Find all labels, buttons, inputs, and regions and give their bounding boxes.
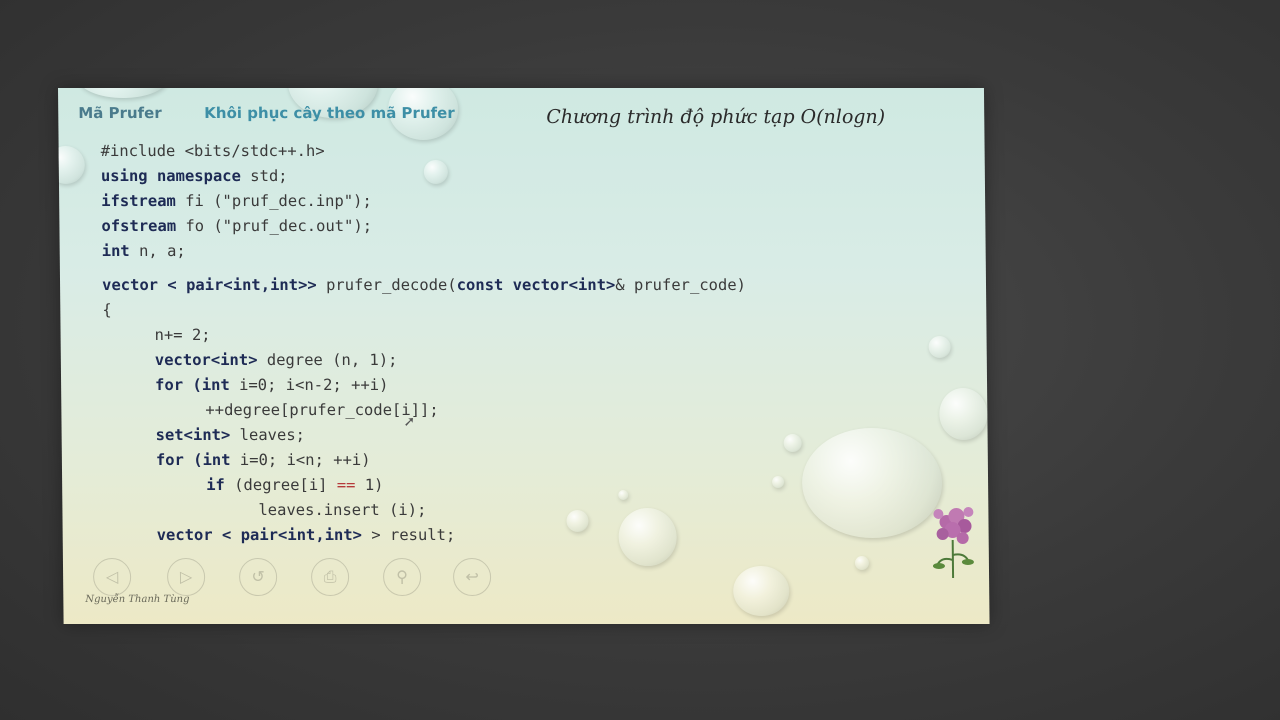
code-line: vector < pair<int,int> > result; [156, 526, 456, 545]
code-line: { [102, 301, 112, 320]
flower-icon [932, 507, 974, 579]
code-line: for (int i=0; i<n-2; ++i) [155, 376, 389, 395]
code-line: ifstream fi ("pruf_dec.inp"); [101, 192, 372, 211]
code-line: vector<int> degree (n, 1); [154, 351, 398, 370]
code-line: #include <bits/stdc++.h> [100, 142, 325, 161]
code-line: vector < pair<int,int>> prufer_decode(co… [101, 276, 747, 295]
code-block: #include <bits/stdc++.h> using namespace… [58, 88, 990, 624]
previous-slide-button[interactable]: ◁ [92, 558, 132, 597]
author-credit: Nguyễn Thanh Tùng [85, 594, 190, 606]
code-line: leaves.insert (i); [258, 501, 427, 520]
code-line: ofstream fo ("pruf_dec.out"); [101, 217, 373, 236]
print-button[interactable]: ⎙ [310, 558, 350, 597]
code-line: if (degree[i] == 1) [206, 476, 384, 495]
mouse-pointer-icon: ➚ [403, 414, 416, 431]
code-line: set<int> leaves; [155, 426, 306, 445]
code-line: for (int i=0; i<n; ++i) [155, 451, 371, 470]
slide-controls: ◁ ▷ ↺ ⎙ ⚲ ↩ [83, 558, 503, 598]
exit-button[interactable]: ↩ [452, 558, 492, 597]
rewind-button[interactable]: ↺ [238, 558, 278, 597]
code-line: using namespace std; [100, 167, 288, 186]
zoom-button[interactable]: ⚲ [382, 558, 422, 597]
play-button[interactable]: ▷ [166, 558, 206, 597]
code-line: n+= 2; [154, 326, 211, 345]
presentation-slide: Mã Prufer Khôi phục cây theo mã Prufer C… [58, 88, 990, 625]
code-line: int n, a; [101, 242, 186, 261]
